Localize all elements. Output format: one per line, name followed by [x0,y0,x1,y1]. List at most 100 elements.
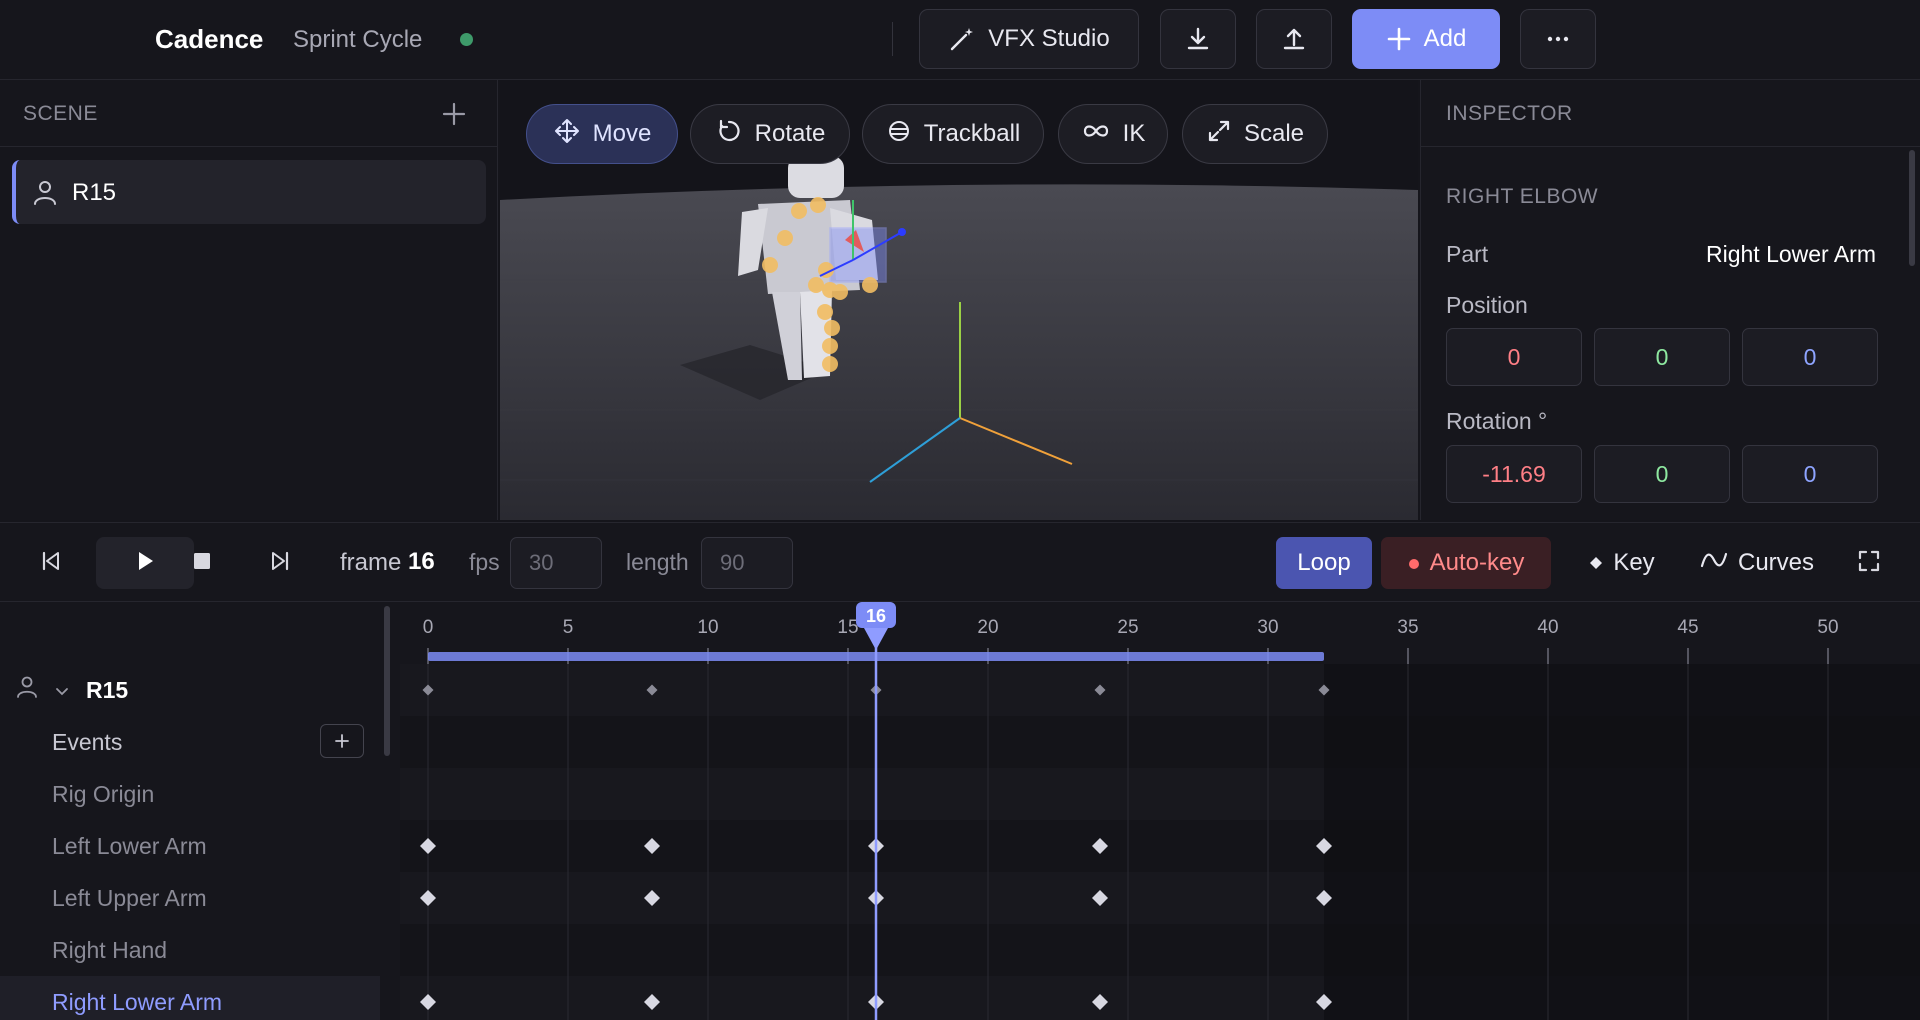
skip-end-button[interactable] [252,537,308,589]
skip-back-icon [39,549,63,578]
tool-scale-label: Scale [1243,120,1305,147]
ruler-tick-label: 5 [563,617,574,638]
download-button[interactable] [1160,9,1236,69]
viewport-3d[interactable]: Move Rotate Trackball IK Scale [500,80,1418,520]
track-row-left-lower-arm[interactable]: Left Lower Arm [0,820,380,872]
track-label: Right Lower Arm [52,988,223,1015]
timeline-canvas[interactable]: 0 5 10 15 20 25 30 35 40 45 50 16 [400,602,1920,1020]
inspector-title: INSPECTOR [1446,102,1573,125]
inspector-header: INSPECTOR [1421,80,1920,147]
top-bar: Cadence Sprint Cycle VFX Studio Add [0,0,1920,80]
add-event-button[interactable] [320,724,364,758]
fullscreen-icon [1857,549,1881,578]
ruler-tick-label: 25 [1117,617,1138,638]
play-icon [133,549,157,578]
trackball-icon [886,118,912,151]
track-row-r15[interactable]: R15 [0,664,380,716]
chevron-down-icon[interactable] [54,677,70,704]
skip-forward-icon [268,549,292,578]
tool-scale[interactable]: Scale [1182,104,1328,164]
inspector-panel: INSPECTOR RIGHT ELBOW Part Right Lower A… [1420,80,1920,520]
plus-icon [334,728,350,755]
ruler-tick-label: 20 [977,617,998,638]
transport-bar: frame 16 fps 30 length 90 Loop Auto-key … [0,522,1920,602]
scene-add-button[interactable] [440,100,468,133]
rotate-icon [715,117,743,152]
scene-item-r15[interactable]: R15 [12,160,486,224]
upload-icon [1280,25,1308,53]
tool-ik-label: IK [1122,120,1146,147]
track-row-events[interactable]: Events [0,716,380,768]
fps-input[interactable]: 30 [510,537,602,589]
ruler-tick-label: 45 [1677,617,1698,638]
scene-item-label: R15 [72,179,117,206]
tool-rotate[interactable]: Rotate [690,104,850,164]
person-icon [16,675,38,705]
frame-label: frame [340,549,402,576]
add-label: Add [1423,25,1467,52]
track-label: R15 [86,676,129,703]
skip-start-button[interactable] [23,537,79,589]
scene-header: SCENE [0,80,497,147]
more-button[interactable] [1520,9,1596,69]
position-label: Position [1446,292,1528,318]
ruler-tick-label: 50 [1817,617,1838,638]
ruler-tick-label: 10 [697,617,718,638]
inspector-section-title: RIGHT ELBOW [1446,185,1599,208]
app-brand: Cadence [155,24,264,54]
track-row-right-lower-arm[interactable]: Right Lower Arm [0,976,380,1020]
record-dot-icon [1408,549,1420,577]
ruler-tick-label: 35 [1397,617,1418,638]
fullscreen-button[interactable] [1841,537,1897,589]
person-icon [32,178,58,211]
out-of-range-shade [1324,664,1920,1020]
rotation-z-input[interactable]: 0 [1742,445,1878,503]
part-label: Part [1446,241,1489,267]
tool-move[interactable]: Move [526,104,678,164]
fps-label: fps [469,549,500,575]
curves-button[interactable]: Curves [1692,537,1822,589]
key-button[interactable]: Key [1574,537,1670,589]
scene-panel: SCENE R15 [0,80,498,520]
rotation-x-input[interactable]: -11.69 [1446,445,1582,503]
plus-icon [1386,26,1412,52]
tool-trackball-label: Trackball [923,120,1021,147]
stop-button[interactable] [174,537,230,589]
autokey-toggle[interactable]: Auto-key [1381,537,1551,589]
track-label: Rig Origin [52,780,155,807]
ruler-tick-label: 40 [1537,617,1558,638]
tool-ik[interactable]: IK [1058,104,1168,164]
tool-move-label: Move [592,120,652,147]
position-y-input[interactable]: 0 [1594,328,1730,386]
inspector-scrollbar[interactable] [1909,150,1915,266]
key-label: Key [1613,549,1655,576]
track-list: R15 Events Rig Origin Left Lower Arm Lef… [0,602,400,1020]
track-label: Left Lower Arm [52,832,207,859]
more-icon [1544,25,1572,53]
autokey-label: Auto-key [1429,549,1525,576]
length-input[interactable]: 90 [701,537,793,589]
track-label: Right Hand [52,936,168,963]
track-row-rig-origin[interactable]: Rig Origin [0,768,380,820]
track-list-scrollbar[interactable] [384,606,390,756]
wand-icon [948,25,976,53]
move-icon [553,117,581,152]
rotation-label: Rotation ° [1446,408,1548,434]
length-label: length [626,549,689,575]
rotation-y-input[interactable]: 0 [1594,445,1730,503]
track-row-right-hand[interactable]: Right Hand [0,924,380,976]
vfx-studio-button[interactable]: VFX Studio [919,9,1139,69]
upload-button[interactable] [1256,9,1332,69]
position-x-input[interactable]: 0 [1446,328,1582,386]
loop-toggle[interactable]: Loop [1276,537,1372,589]
vfx-studio-label: VFX Studio [988,25,1110,52]
position-z-input[interactable]: 0 [1742,328,1878,386]
scene-title: SCENE [23,102,98,125]
track-label: Left Upper Arm [52,884,207,911]
ruler-tick-label: 30 [1257,617,1278,638]
tool-trackball[interactable]: Trackball [862,104,1044,164]
project-name[interactable]: Sprint Cycle [293,26,422,54]
track-row-left-upper-arm[interactable]: Left Upper Arm [0,872,380,924]
add-button[interactable]: Add [1352,9,1500,69]
timeline-area[interactable]: 0 5 10 15 20 25 30 35 40 45 50 16 [400,602,1920,1020]
